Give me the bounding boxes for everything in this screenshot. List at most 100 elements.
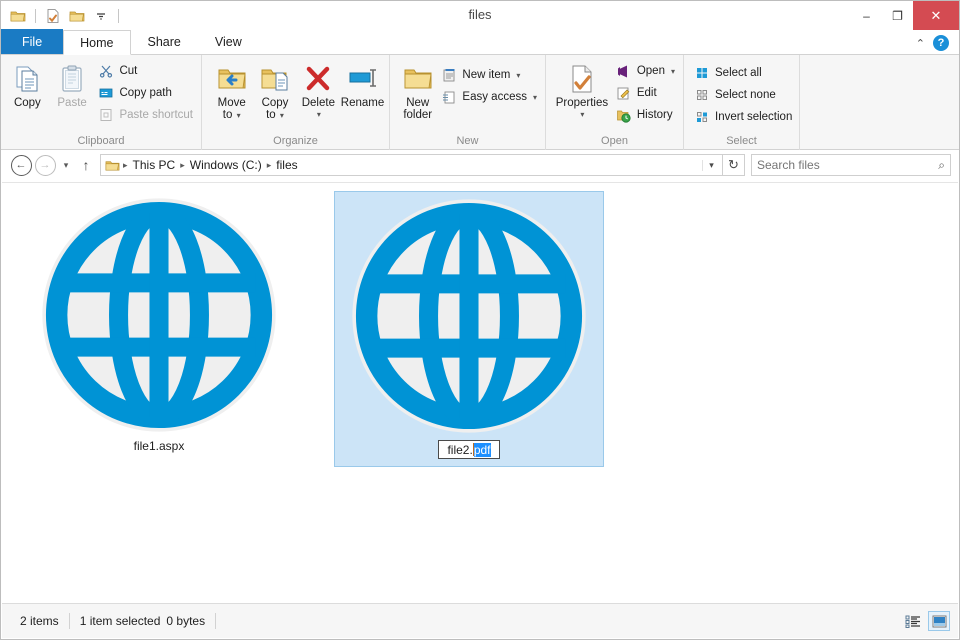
tab-view[interactable]: View [198, 29, 259, 54]
copy-to-button-label: Copyto ▾ [262, 97, 289, 122]
invert-selection-button[interactable]: Invert selection [690, 107, 796, 127]
ribbon: Copy Paste [1, 55, 959, 150]
refresh-button[interactable]: ↻ [723, 154, 745, 176]
paste-shortcut-button[interactable]: Paste shortcut [94, 105, 197, 125]
easy-access-caret[interactable]: ▾ [533, 93, 537, 102]
file-explorer-window: files – ❐ ✕ File Home Share View ⌃ ? [0, 0, 960, 640]
status-item-count: 2 items [10, 612, 69, 630]
properties-icon [567, 62, 597, 96]
list-item[interactable]: file1.aspx [24, 191, 294, 467]
ribbon-tab-strip: File Home Share View ⌃ ? [1, 30, 959, 55]
icon-grid: file1.aspx file2.pdf [2, 183, 958, 467]
select-none-icon [694, 87, 710, 103]
clipboard-small-buttons: Cut Copy path [94, 59, 197, 125]
chevron-down-icon[interactable] [91, 6, 111, 26]
search-input[interactable] [757, 158, 938, 172]
breadcrumb-dropdown-icon[interactable]: ▾ [702, 160, 720, 171]
delete-button-label: Delete [302, 97, 335, 109]
file-list-view[interactable]: file1.aspx file2.pdf [2, 182, 958, 603]
new-small-buttons: New item ▾ Easy access ▾ [437, 59, 541, 107]
search-icon[interactable]: ⌕ [938, 158, 945, 173]
tab-home[interactable]: Home [63, 30, 130, 55]
move-to-icon [216, 62, 248, 96]
history-button[interactable]: History [612, 105, 679, 125]
quick-access-toolbar [1, 6, 122, 26]
delete-dropdown-caret[interactable]: ▾ [317, 109, 321, 121]
rename-icon [347, 62, 379, 96]
delete-button[interactable]: Delete ▾ [297, 59, 340, 121]
invert-selection-button-label: Invert selection [715, 111, 792, 123]
open-button[interactable]: Open ▾ [612, 61, 679, 81]
undo-folder-icon[interactable] [67, 6, 87, 26]
back-button[interactable]: ← [9, 153, 33, 177]
copy-button[interactable]: Copy [5, 59, 50, 109]
ribbon-group-select-label: Select [684, 134, 799, 150]
collapse-ribbon-icon[interactable]: ⌃ [916, 37, 925, 50]
copy-path-button-label: Copy path [119, 87, 171, 99]
folder-icon [105, 158, 120, 173]
copy-icon [11, 62, 43, 96]
back-icon: ← [11, 155, 32, 176]
properties-dropdown-caret[interactable]: ▾ [580, 109, 584, 121]
minimize-button[interactable]: – [851, 1, 882, 30]
new-folder-button[interactable]: Newfolder [398, 59, 437, 121]
cut-button[interactable]: Cut [94, 61, 197, 81]
list-item[interactable]: file2.pdf [334, 191, 604, 467]
folder-icon[interactable] [8, 6, 28, 26]
rename-base-text: file2. [447, 443, 472, 457]
new-item-button[interactable]: New item ▾ [437, 65, 541, 85]
paste-button[interactable]: Paste [50, 59, 95, 109]
new-folder-button-label: Newfolder [403, 97, 432, 121]
breadcrumb[interactable]: ▸ This PC ▸ Windows (C:) ▸ files ▾ [100, 154, 723, 176]
status-bar: 2 items 1 item selected 0 bytes [2, 603, 958, 638]
ribbon-group-open-label: Open [546, 134, 683, 150]
recent-locations-button[interactable]: ▾ [57, 160, 75, 171]
close-button[interactable]: ✕ [913, 1, 959, 30]
edit-button-label: Edit [637, 87, 657, 99]
copy-path-button[interactable]: Copy path [94, 83, 197, 103]
breadcrumb-windows-c[interactable]: Windows (C:) [186, 158, 266, 172]
properties-button[interactable]: Properties ▾ [552, 59, 612, 121]
ribbon-group-open: Properties ▾ Open ▾ [546, 55, 684, 150]
open-caret[interactable]: ▾ [671, 67, 675, 76]
large-icons-view-button[interactable] [928, 611, 950, 631]
select-all-button[interactable]: Select all [690, 63, 796, 83]
paste-button-label: Paste [57, 97, 86, 109]
search-box[interactable]: ⌕ [751, 154, 951, 176]
history-button-label: History [637, 109, 673, 121]
select-none-button[interactable]: Select none [690, 85, 796, 105]
breadcrumb-files[interactable]: files [272, 158, 301, 172]
breadcrumb-this-pc[interactable]: This PC [129, 158, 180, 172]
move-to-button[interactable]: Moveto ▾ [210, 59, 253, 122]
rename-button-label: Rename [341, 97, 384, 109]
tab-share[interactable]: Share [131, 29, 198, 54]
details-view-button[interactable] [902, 611, 924, 631]
copy-to-icon [259, 62, 291, 96]
move-to-button-label: Moveto ▾ [218, 97, 246, 122]
select-small-buttons: Select all Select none [690, 59, 796, 127]
ribbon-group-select: Select all Select none [684, 55, 800, 150]
rename-selected-text: pdf [474, 443, 491, 457]
maximize-button[interactable]: ❐ [882, 1, 913, 30]
status-selection-info: 1 item selected [70, 612, 165, 630]
paste-shortcut-icon [98, 107, 114, 123]
open-vs-icon [616, 63, 632, 79]
ribbon-group-organize: Moveto ▾ Copyto ▾ [202, 55, 390, 150]
easy-access-button[interactable]: Easy access ▾ [437, 87, 541, 107]
title-bar: files – ❐ ✕ [1, 1, 959, 30]
forward-button[interactable]: → [33, 153, 57, 177]
new-folder-icon[interactable] [43, 6, 63, 26]
ribbon-group-clipboard: Copy Paste [1, 55, 202, 150]
edit-button[interactable]: Edit [612, 83, 679, 103]
help-icon[interactable]: ? [933, 35, 949, 51]
rename-input[interactable]: file2.pdf [438, 440, 499, 459]
up-button[interactable]: ↑ [75, 157, 97, 173]
new-item-caret[interactable]: ▾ [516, 71, 520, 80]
delete-x-icon [303, 62, 333, 96]
rename-button[interactable]: Rename [340, 59, 385, 109]
status-selection-size: 0 bytes [164, 612, 215, 630]
select-none-button-label: Select none [715, 89, 776, 101]
copy-to-button[interactable]: Copyto ▾ [253, 59, 296, 122]
open-small-buttons: Open ▾ Edit [612, 59, 679, 125]
tab-file[interactable]: File [1, 29, 63, 54]
